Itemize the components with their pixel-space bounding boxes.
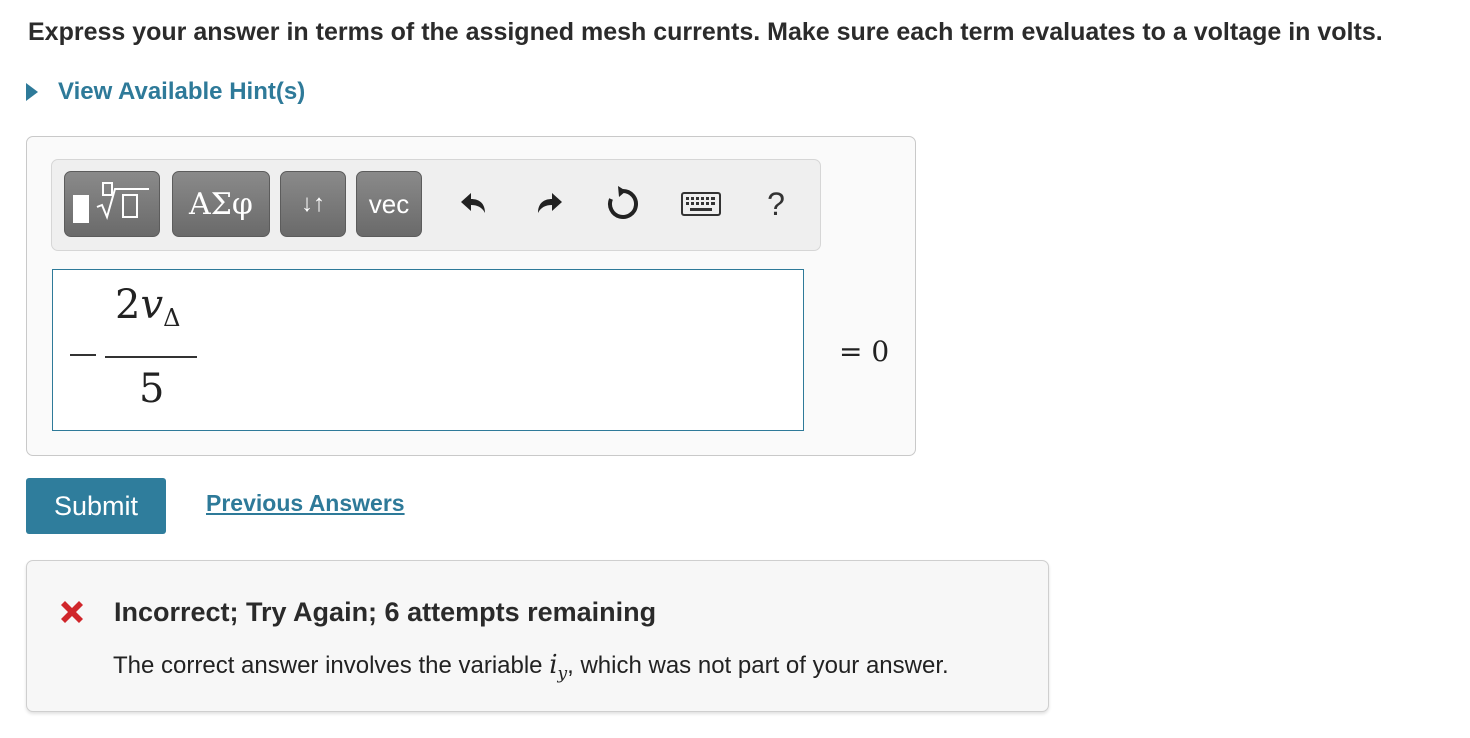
submit-button[interactable]: Submit <box>26 478 166 534</box>
vector-button[interactable]: vec <box>356 171 422 237</box>
fraction-numerator: 2vΔ <box>115 282 180 332</box>
incorrect-x-icon <box>61 601 83 623</box>
minus-sign <box>70 354 96 356</box>
placeholder-block-icon <box>73 195 89 223</box>
greek-symbols-button[interactable]: ΑΣφ <box>172 171 270 237</box>
numerator-variable: v <box>140 282 164 328</box>
numerator-coefficient: 2 <box>115 282 141 328</box>
instruction-text: Express your answer in terms of the assi… <box>28 18 1383 46</box>
equation-rhs: = 0 <box>839 335 890 368</box>
templates-button[interactable] <box>64 171 160 237</box>
numerator-subscript: Δ <box>163 304 181 332</box>
feedback-message: The correct answer involves the variable… <box>113 650 949 684</box>
caret-right-icon <box>26 83 38 101</box>
feedback-box: Incorrect; Try Again; 6 attempts remaini… <box>26 560 1049 712</box>
view-hints-link[interactable]: View Available Hint(s) <box>26 78 305 106</box>
feedback-title: Incorrect; Try Again; 6 attempts remaini… <box>114 597 657 627</box>
answer-panel: ΑΣφ ↓↑ vec ? 2vΔ 5 = 0 <box>26 136 916 456</box>
math-toolbar: ΑΣφ ↓↑ vec ? <box>51 159 821 251</box>
feedback-message-start: The correct answer involves the variable <box>113 652 550 679</box>
fraction-bar <box>105 356 197 358</box>
fraction-sqrt-icon <box>95 181 151 228</box>
variable-subscript: y <box>557 664 568 685</box>
feedback-variable: iy <box>549 650 567 684</box>
view-hints-label: View Available Hint(s) <box>58 78 306 105</box>
reset-icon[interactable] <box>599 180 647 228</box>
previous-answers-link[interactable]: Previous Answers <box>206 490 405 517</box>
undo-icon[interactable] <box>450 180 498 228</box>
math-input[interactable]: 2vΔ 5 <box>52 269 804 431</box>
fraction-denominator: 5 <box>139 366 165 412</box>
help-button[interactable]: ? <box>752 180 800 228</box>
redo-icon[interactable] <box>525 180 573 228</box>
arrows-button[interactable]: ↓↑ <box>280 171 346 237</box>
variable-symbol: i <box>549 650 558 680</box>
feedback-message-end: , which was not part of your answer. <box>567 652 949 679</box>
keyboard-icon[interactable] <box>677 180 725 228</box>
